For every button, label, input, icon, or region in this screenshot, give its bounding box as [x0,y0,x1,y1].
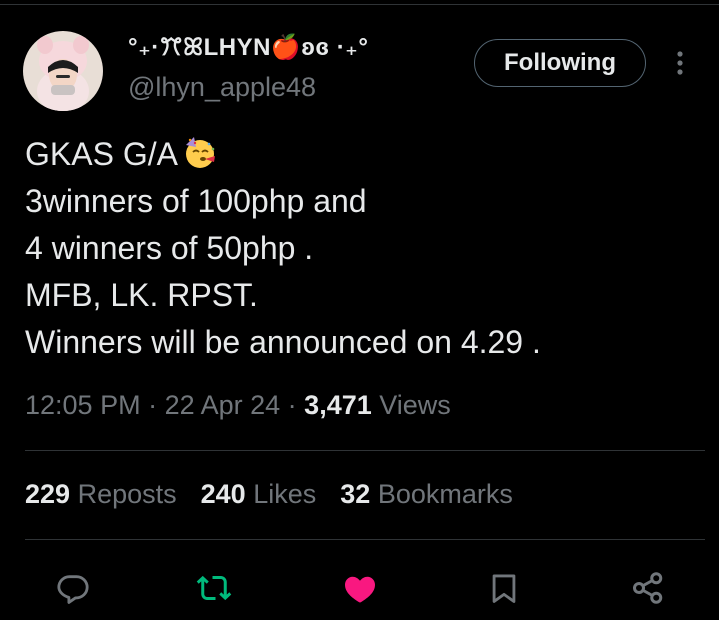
bookmarks-count: 32 [340,479,371,509]
likes-label: Likes [253,479,317,509]
tweet-line: 4 winners of 50php . [25,230,314,266]
timestamp-time[interactable]: 12:05 PM [25,390,141,420]
views-count: 3,471 [304,390,372,420]
likes-stat[interactable]: 240 Likes [201,479,317,510]
display-name[interactable]: °₊·ꔫꕤLHYN🍎ʚɞ ·₊° [128,33,368,62]
repost-icon[interactable] [196,570,232,606]
divider [25,539,705,540]
avatar[interactable] [23,31,103,111]
top-divider [0,4,719,5]
likes-count: 240 [200,479,246,509]
following-button[interactable]: Following [474,39,646,87]
views-label: Views [371,390,451,420]
handle[interactable]: @lhyn_apple48 [128,72,316,103]
bookmarks-stat[interactable]: 32 Bookmarks [340,479,513,510]
tweet-line: 3winners of 100php and [25,183,367,219]
partying-face-emoji [182,135,218,171]
share-icon[interactable] [630,570,666,606]
more-vertical-icon[interactable] [668,48,692,78]
reposts-label: Reposts [77,479,177,509]
tweet-line-text: GKAS G/A [25,136,178,172]
tweet-line: GKAS G/A [25,131,705,178]
reposts-stat[interactable]: 229 Reposts [25,479,177,510]
like-icon[interactable] [342,570,378,606]
bookmark-icon[interactable] [486,570,522,606]
tweet-meta: 12:05 PM · 22 Apr 24 · 3,471 Views [25,390,451,421]
tweet-text: GKAS G/A 3winners of 100php and 4 winner… [25,131,705,366]
tweet-line: Winners will be announced on 4.29 . [25,324,541,360]
separator: · [140,390,165,420]
reposts-count: 229 [25,479,71,509]
separator: · [280,390,305,420]
divider [25,450,705,451]
timestamp-date[interactable]: 22 Apr 24 [165,390,281,420]
reply-icon[interactable] [55,570,91,606]
tweet-line: MFB, LK. RPST. [25,277,258,313]
engagement-stats: 229 Reposts 240 Likes 32 Bookmarks [25,479,513,510]
bookmarks-label: Bookmarks [377,479,513,509]
